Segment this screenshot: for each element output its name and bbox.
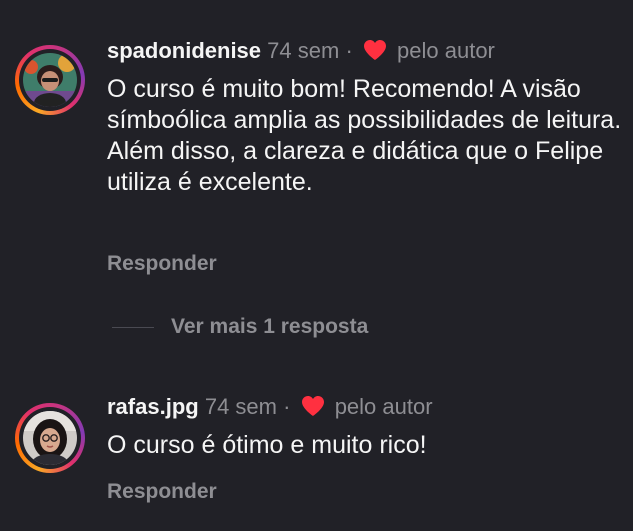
- comment-meta: rafas.jpg 74 sem · pelo autor: [107, 394, 433, 423]
- comment-age: 74 sem: [204, 394, 277, 419]
- avatar[interactable]: [23, 53, 77, 107]
- avatar-story-ring[interactable]: [15, 403, 85, 473]
- comment-text: O curso é muito bom! Recomendo! A visão …: [107, 75, 622, 196]
- liked-by-author-label: pelo autor: [334, 394, 433, 419]
- reply-button[interactable]: Responder: [107, 252, 217, 276]
- username[interactable]: spadonidenise: [107, 38, 261, 63]
- comment-text: O curso é ótimo e muito rico!: [107, 431, 427, 459]
- replies-divider-line: [112, 326, 154, 328]
- meta-separator: ·: [283, 394, 291, 419]
- meta-separator: ·: [345, 38, 353, 63]
- view-more-replies-label: Ver mais 1 resposta: [171, 315, 369, 338]
- comment-age: 74 sem: [267, 38, 340, 63]
- avatar-photo: [23, 411, 77, 465]
- heart-icon: [301, 395, 325, 423]
- avatar-photo: [23, 53, 77, 107]
- avatar[interactable]: [23, 411, 77, 465]
- view-more-replies[interactable]: Ver mais 1 resposta: [112, 314, 368, 340]
- comment-meta: spadonidenise 74 sem · pelo autor: [107, 38, 495, 67]
- username[interactable]: rafas.jpg: [107, 394, 199, 419]
- heart-icon: [363, 39, 387, 67]
- avatar-story-ring[interactable]: [15, 45, 85, 115]
- liked-by-author-label: pelo autor: [397, 38, 495, 63]
- reply-button[interactable]: Responder: [107, 480, 217, 504]
